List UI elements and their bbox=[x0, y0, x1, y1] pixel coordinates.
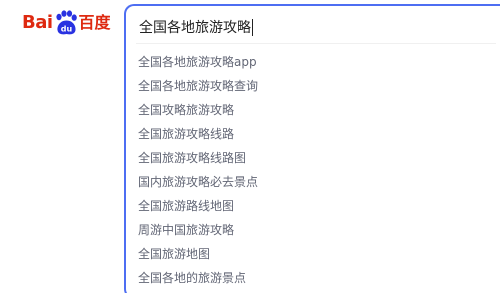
suggestion-list: 全国各地旅游攻略app 全国各地旅游攻略查询 全国攻略旅游攻略 全国旅游攻略线路… bbox=[126, 50, 496, 290]
logo-text-baidu-cn: 百度 bbox=[78, 13, 111, 32]
suggestion-item[interactable]: 全国各地的旅游景点 bbox=[126, 266, 496, 290]
suggestion-item[interactable]: 周游中国旅游攻略 bbox=[126, 218, 496, 242]
suggestion-item[interactable]: 全国各地旅游攻略查询 bbox=[126, 74, 496, 98]
suggestion-item[interactable]: 全国旅游攻略线路 bbox=[126, 122, 496, 146]
suggestion-item[interactable]: 全国攻略旅游攻略 bbox=[126, 98, 496, 122]
text-caret bbox=[252, 18, 253, 36]
suggestion-item[interactable]: 全国旅游攻略线路图 bbox=[126, 146, 496, 170]
paw-text: du bbox=[60, 25, 72, 34]
suggestion-item[interactable]: 全国旅游地图 bbox=[126, 242, 496, 266]
logo-text-bai: Bai bbox=[22, 12, 53, 33]
suggestion-item[interactable]: 全国各地旅游攻略app bbox=[126, 50, 496, 74]
baidu-logo[interactable]: Bai du 百度 bbox=[22, 8, 117, 38]
search-input[interactable]: 全国各地旅游攻略 bbox=[139, 16, 253, 38]
baidu-search-page: Bai du 百度 全国各地旅游攻略 全国各地旅游攻略app 全国各地旅游攻略查… bbox=[0, 0, 500, 293]
suggestion-item[interactable]: 全国旅游路线地图 bbox=[126, 194, 496, 218]
search-input-value: 全国各地旅游攻略 bbox=[139, 20, 251, 36]
suggestion-divider bbox=[136, 43, 496, 44]
paw-icon: du bbox=[54, 10, 78, 36]
suggestion-item[interactable]: 国内旅游攻略必去景点 bbox=[126, 170, 496, 194]
search-box[interactable]: 全国各地旅游攻略 全国各地旅游攻略app 全国各地旅游攻略查询 全国攻略旅游攻略… bbox=[124, 4, 500, 293]
